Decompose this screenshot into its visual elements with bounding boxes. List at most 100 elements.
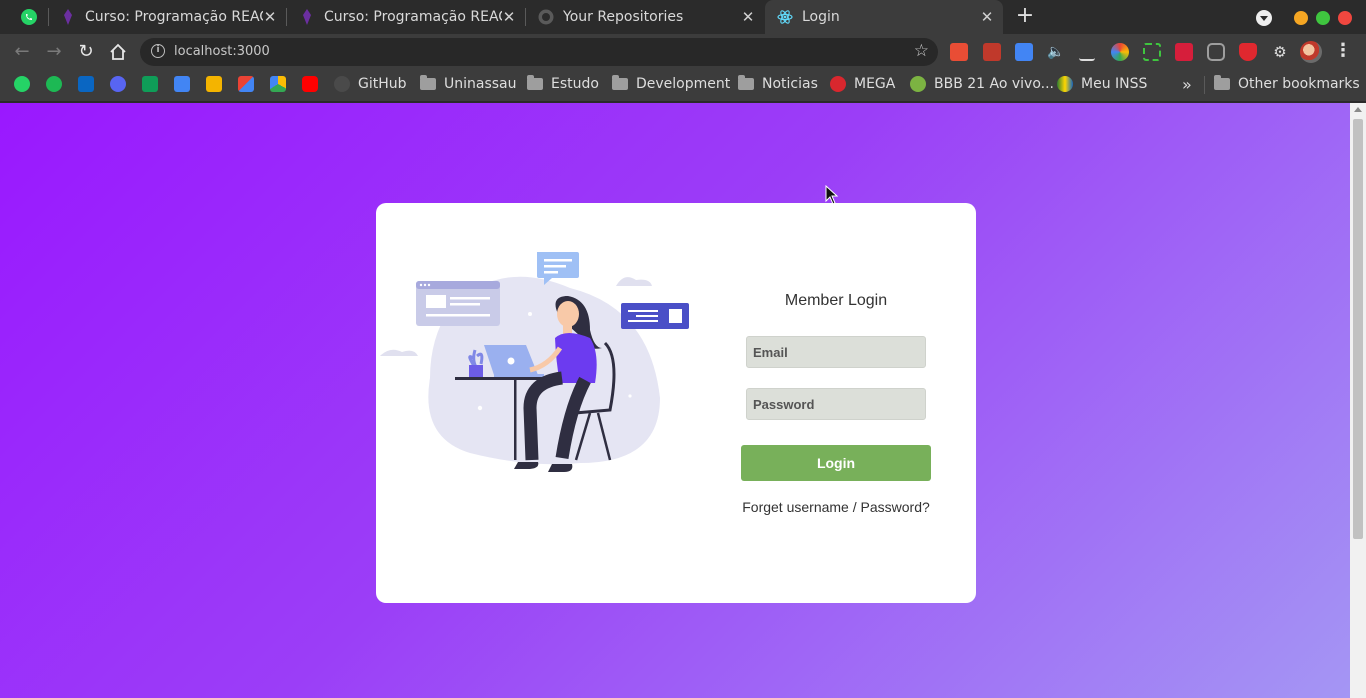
bookmark-mega[interactable]: MEGA <box>830 70 895 98</box>
bookmark-youtube[interactable] <box>302 70 318 98</box>
bookmark-folder-noticias[interactable]: Noticias <box>738 70 818 98</box>
bookmark-label: MEGA <box>854 76 896 92</box>
login-card: Member Login Login Forget username / Pas… <box>376 203 976 603</box>
bookmark-meu-inss[interactable]: Meu INSS <box>1057 70 1147 98</box>
drive-icon <box>270 76 286 92</box>
profile-avatar[interactable] <box>1300 41 1322 63</box>
close-icon[interactable]: ✕ <box>979 9 995 25</box>
reload-button[interactable]: ↻ <box>74 40 98 64</box>
docs-icon <box>174 76 190 92</box>
extensions-puzzle-icon[interactable]: ⚙ <box>1271 43 1289 61</box>
site-info-icon[interactable]: i <box>151 44 165 58</box>
minimize-button[interactable] <box>1294 11 1308 25</box>
forward-button[interactable]: → <box>42 40 66 64</box>
new-tab-button[interactable]: + <box>1014 5 1036 28</box>
mega-icon <box>830 76 846 92</box>
extension-screenshot-icon[interactable] <box>1143 43 1161 61</box>
bookmark-slides[interactable] <box>206 70 222 98</box>
tab-search-icon[interactable] <box>1256 10 1272 26</box>
back-button[interactable]: ← <box>10 40 34 64</box>
scroll-up-arrow-icon[interactable] <box>1354 107 1362 112</box>
folder-icon <box>420 75 436 90</box>
bookmark-label: GitHub <box>358 76 407 92</box>
course-favicon <box>299 9 315 25</box>
extension-pen-icon[interactable] <box>1079 43 1095 61</box>
bookmark-folder-development[interactable]: Development <box>612 70 730 98</box>
bookmark-docs[interactable] <box>174 70 190 98</box>
bookmark-label: Estudo <box>551 76 599 92</box>
close-icon[interactable]: ✕ <box>740 9 756 25</box>
folder-icon <box>527 75 543 90</box>
page-scrollbar[interactable] <box>1350 103 1366 698</box>
close-window-button[interactable] <box>1338 11 1352 25</box>
extension-clock-icon[interactable] <box>1207 43 1225 61</box>
bookmark-linkedin[interactable] <box>78 70 94 98</box>
extension-gift-icon[interactable] <box>983 43 1001 61</box>
extension-media-icon[interactable] <box>1175 43 1193 61</box>
more-bookmarks-chevron-icon[interactable]: » <box>1182 75 1192 94</box>
extension-shield-icon[interactable] <box>1239 43 1257 61</box>
bookmark-label: Noticias <box>762 76 818 92</box>
bookmark-folder-estudo[interactable]: Estudo <box>527 70 599 98</box>
bookmark-label: Development <box>636 76 731 92</box>
youtube-icon <box>302 76 318 92</box>
extension-translate-icon[interactable] <box>1015 43 1033 61</box>
bookmark-folder-uninassau[interactable]: Uninassau <box>420 70 517 98</box>
extension-sound-icon[interactable]: 🔈 <box>1047 43 1065 61</box>
browser-menu-icon[interactable]: ⋮ <box>1334 41 1352 61</box>
tab-strip: Curso: Programação REACT ✕ Curso: Progra… <box>0 0 1366 34</box>
tab-title: Your Repositories <box>563 9 684 25</box>
bookmark-label: Uninassau <box>444 76 517 92</box>
bookmark-drive[interactable] <box>270 70 286 98</box>
bookmark-gmail[interactable] <box>238 70 254 98</box>
tab-curso-1[interactable]: Curso: Programação REACT ✕ <box>48 0 286 34</box>
bbb-icon <box>910 76 926 92</box>
login-button[interactable]: Login <box>741 445 931 481</box>
maximize-button[interactable] <box>1316 11 1330 25</box>
folder-icon <box>738 75 754 90</box>
close-icon[interactable]: ✕ <box>262 9 278 25</box>
tab-curso-2[interactable]: Curso: Programação REACT ✕ <box>287 0 525 34</box>
window-controls <box>1256 10 1352 26</box>
home-icon <box>110 43 126 60</box>
bookmark-bbb[interactable]: BBB 21 Ao vivo... <box>910 70 1054 98</box>
tab-login[interactable]: Login ✕ <box>765 0 1003 34</box>
extension-color-icon[interactable] <box>1111 43 1129 61</box>
folder-icon <box>1214 75 1230 90</box>
address-bar[interactable]: i localhost:3000 ☆ <box>140 38 938 66</box>
workspace-illustration <box>380 252 689 472</box>
whatsapp-icon <box>21 9 37 25</box>
login-title: Member Login <box>784 292 888 309</box>
bookmark-sheets[interactable] <box>142 70 158 98</box>
tab-title: Login <box>802 9 840 25</box>
close-icon[interactable]: ✕ <box>501 9 517 25</box>
bookmark-discord[interactable] <box>110 70 126 98</box>
bookmark-label: Meu INSS <box>1081 76 1148 92</box>
inss-icon <box>1057 76 1073 92</box>
pinned-tab-whatsapp[interactable] <box>10 0 48 34</box>
password-input[interactable] <box>746 388 926 420</box>
bookmark-whatsapp[interactable] <box>14 70 30 98</box>
github-icon <box>538 9 554 25</box>
bookmark-other[interactable]: Other bookmarks <box>1214 70 1360 98</box>
bookmark-spotify[interactable] <box>46 70 62 98</box>
github-icon <box>334 76 350 92</box>
tab-repositories[interactable]: Your Repositories ✕ <box>526 0 764 34</box>
extension-recorder-icon[interactable] <box>950 43 968 61</box>
sheets-icon <box>142 76 158 92</box>
scrollbar-thumb[interactable] <box>1353 119 1363 539</box>
folder-icon <box>612 75 628 90</box>
toolbar: ← → ↻ i localhost:3000 ☆ 🔈 ⚙ ⋮ <box>0 34 1366 70</box>
bookmark-star-icon[interactable]: ☆ <box>914 41 929 61</box>
home-button[interactable] <box>106 40 130 64</box>
bookmarks-separator <box>1204 76 1205 94</box>
bookmark-label: Other bookmarks <box>1238 76 1360 92</box>
mouse-cursor-icon <box>825 185 839 205</box>
tab-title: Curso: Programação REACT <box>85 9 263 25</box>
email-input[interactable] <box>746 336 926 368</box>
address-url: localhost:3000 <box>174 44 270 59</box>
bookmark-github[interactable]: GitHub <box>334 70 407 98</box>
discord-icon <box>110 76 126 92</box>
bookmarks-bar: GitHub Uninassau Estudo Development Noti… <box>0 70 1366 102</box>
forget-password-link[interactable]: Forget username / Password? <box>726 499 946 515</box>
